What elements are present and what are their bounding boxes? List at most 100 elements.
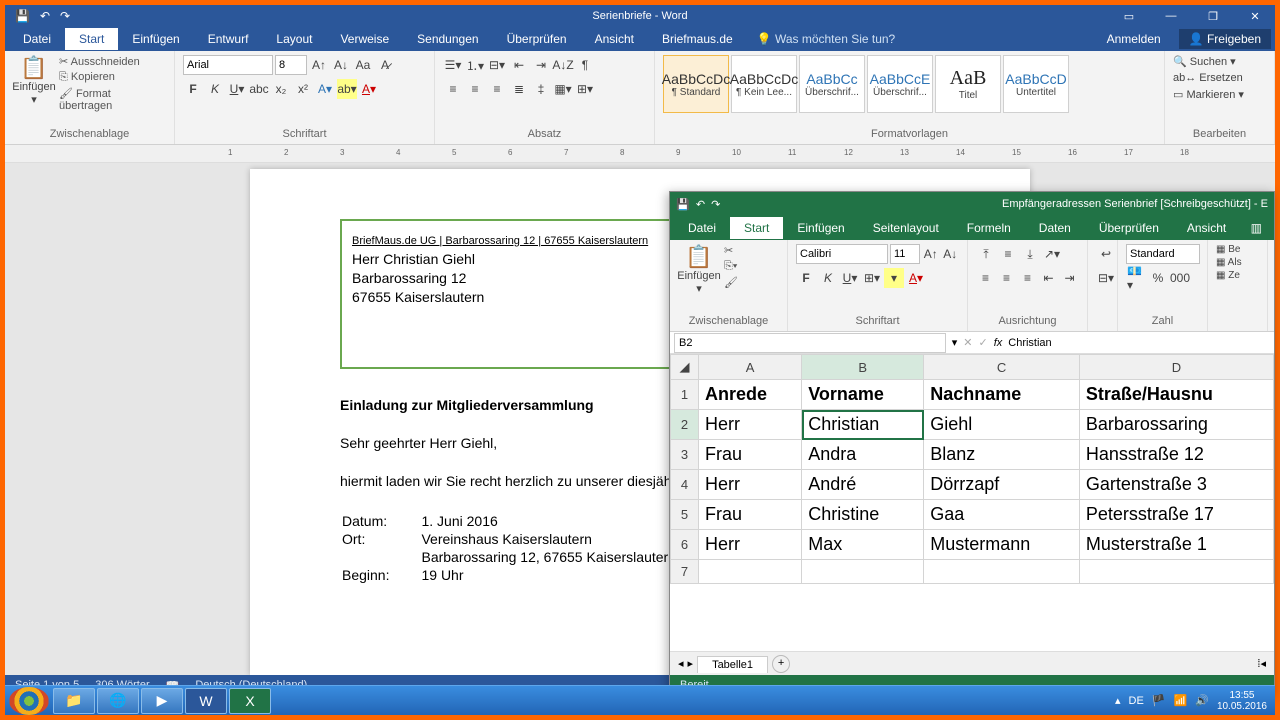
style-Titel[interactable]: AaBTitel [935, 55, 1001, 113]
percent[interactable]: % [1148, 268, 1168, 288]
minimize-button[interactable]: ▭ [1109, 10, 1149, 23]
sheet-nav-prev[interactable]: ◂ [678, 657, 684, 670]
close-button[interactable]: ✕ [1235, 10, 1275, 23]
formula-input[interactable] [1008, 337, 1270, 349]
tab-sendungen[interactable]: Sendungen [403, 28, 492, 50]
orientation[interactable]: ↗▾ [1042, 244, 1062, 264]
excel-format-painter-button[interactable]: 🖌 [724, 276, 738, 289]
excel-paste-button[interactable]: 📋Einfügen▾ [678, 244, 720, 315]
tray-sound-icon[interactable]: 🔊 [1195, 694, 1209, 707]
tab-ansicht[interactable]: Ansicht [581, 28, 648, 50]
highlight-button[interactable]: ab▾ [337, 79, 357, 99]
copy-button[interactable]: ⎘ Kopieren [59, 71, 166, 84]
sheet-nav-next[interactable]: ▸ [688, 657, 694, 670]
excel-italic[interactable]: K [818, 268, 838, 288]
share-button[interactable]: 👤 Freigeben [1179, 29, 1271, 49]
find-button[interactable]: 🔍 Suchen ▾ [1173, 55, 1244, 68]
fx-icon[interactable]: fx [994, 337, 1003, 349]
font-name-select[interactable] [183, 55, 273, 75]
borders-button[interactable]: ⊞▾ [575, 79, 595, 99]
underline-button[interactable]: U▾ [227, 79, 247, 99]
thousands[interactable]: 000 [1170, 268, 1190, 288]
excel-underline[interactable]: U▾ [840, 268, 860, 288]
indent-dec-button[interactable]: ⇤ [509, 55, 529, 75]
excel-tab-daten[interactable]: Daten [1025, 217, 1085, 239]
excel-tab-formeln[interactable]: Formeln [953, 217, 1025, 239]
excel-tab-überprüfen[interactable]: Überprüfen [1085, 217, 1173, 239]
sort-button[interactable]: A↓Z [553, 55, 573, 75]
cell-styles[interactable]: ▦ Ze [1216, 270, 1259, 281]
font-color-button[interactable]: A▾ [359, 79, 379, 99]
undo-icon[interactable]: ↶ [40, 9, 50, 23]
superscript-button[interactable]: x² [293, 79, 313, 99]
tray-lang[interactable]: DE [1129, 695, 1144, 707]
tray-flag-icon[interactable]: 🏴 [1152, 694, 1166, 707]
excel-tab-start[interactable]: Start [730, 217, 783, 239]
tray-up-icon[interactable]: ▴ [1115, 694, 1121, 707]
taskbar-ie[interactable]: 🌐 [97, 688, 139, 714]
tab-verweise[interactable]: Verweise [326, 28, 403, 50]
indent-i[interactable]: ⇥ [1060, 268, 1079, 288]
ribbon-options-icon[interactable]: ▥ [1251, 221, 1270, 235]
taskbar-media[interactable]: ▶ [141, 688, 183, 714]
drop-icon[interactable]: ▾ [952, 336, 958, 349]
tab-entwurf[interactable]: Entwurf [194, 28, 263, 50]
indent-inc-button[interactable]: ⇥ [531, 55, 551, 75]
tab-layout[interactable]: Layout [262, 28, 326, 50]
number-format[interactable] [1126, 244, 1200, 264]
bullets-button[interactable]: ☰▾ [443, 55, 463, 75]
align-rgt[interactable]: ≡ [1018, 268, 1037, 288]
sheet-tab[interactable]: Tabelle1 [697, 656, 768, 673]
tell-me-input[interactable]: Was möchten Sie tun? [757, 32, 896, 46]
align-bot[interactable]: ⤓ [1020, 244, 1040, 264]
align-left-button[interactable]: ≡ [443, 79, 463, 99]
tab-überprüfen[interactable]: Überprüfen [493, 28, 581, 50]
spreadsheet-grid[interactable]: ◢ABCD1AnredeVornameNachnameStraße/Hausnu… [670, 354, 1274, 651]
tab-start[interactable]: Start [65, 28, 118, 50]
save-icon[interactable]: 💾 [15, 9, 30, 23]
tray-clock[interactable]: 13:5510.05.2016 [1217, 690, 1267, 712]
align-ctr[interactable]: ≡ [997, 268, 1016, 288]
text-effects-button[interactable]: A▾ [315, 79, 335, 99]
restore-button[interactable]: ❐ [1193, 10, 1233, 23]
excel-tab-datei[interactable]: Datei [674, 217, 730, 239]
font-size-select[interactable] [275, 55, 307, 75]
sheet-scroll[interactable]: ⁞◂ [1257, 657, 1266, 670]
taskbar-excel[interactable]: X [229, 688, 271, 714]
cond-format[interactable]: ▦ Be [1216, 244, 1259, 255]
fmt-table[interactable]: ▦ Als [1216, 257, 1259, 268]
grow-font-button[interactable]: A↑ [309, 55, 329, 75]
align-left[interactable]: ≡ [976, 268, 995, 288]
style-KeinLee[interactable]: AaBbCcDc¶ Kein Lee... [731, 55, 797, 113]
sign-in-button[interactable]: Anmelden [1093, 28, 1175, 50]
enter-icon[interactable]: ✓ [978, 336, 987, 349]
excel-font-name[interactable] [796, 244, 888, 264]
excel-tab-einfügen[interactable]: Einfügen [783, 217, 858, 239]
start-button[interactable] [9, 687, 49, 715]
paste-button[interactable]: 📋Einfügen▾ [13, 55, 55, 128]
show-marks-button[interactable]: ¶ [575, 55, 595, 75]
excel-bold[interactable]: F [796, 268, 816, 288]
redo-icon[interactable]: ↷ [60, 9, 70, 23]
new-sheet-button[interactable]: + [772, 655, 790, 673]
cut-button[interactable]: ✂ Ausschneiden [59, 55, 166, 68]
indent-d[interactable]: ⇤ [1039, 268, 1058, 288]
excel-tab-seitenlayout[interactable]: Seitenlayout [859, 217, 953, 239]
replace-button[interactable]: ab↔ Ersetzen [1173, 72, 1244, 84]
excel-cut-button[interactable]: ✂ [724, 244, 738, 257]
multilevel-button[interactable]: ⊟▾ [487, 55, 507, 75]
tab-briefmaus.de[interactable]: Briefmaus.de [648, 28, 747, 50]
align-center-button[interactable]: ≡ [465, 79, 485, 99]
style-Untertitel[interactable]: AaBbCcDUntertitel [1003, 55, 1069, 113]
italic-button[interactable]: K [205, 79, 225, 99]
taskbar-word[interactable]: W [185, 688, 227, 714]
undo-icon[interactable]: ↶ [696, 198, 705, 211]
clear-format-button[interactable]: A̷ [375, 55, 395, 75]
excel-copy-button[interactable]: ⎘▾ [724, 260, 738, 273]
justify-button[interactable]: ≣ [509, 79, 529, 99]
redo-icon[interactable]: ↷ [711, 198, 720, 211]
tray-network-icon[interactable]: 📶 [1174, 694, 1188, 707]
numbering-button[interactable]: ⒈▾ [465, 55, 485, 75]
name-box[interactable] [674, 333, 946, 353]
tab-einfügen[interactable]: Einfügen [118, 28, 193, 50]
